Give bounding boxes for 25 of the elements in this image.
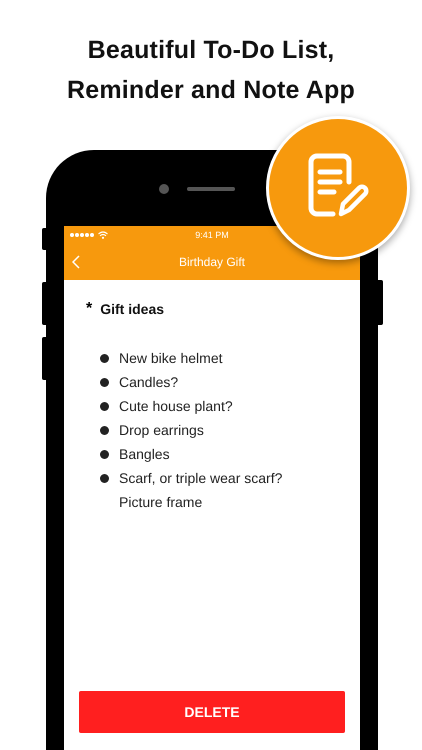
status-time: 9:41 PM bbox=[195, 230, 229, 240]
bullet-icon bbox=[100, 402, 109, 410]
bullet-icon bbox=[100, 474, 109, 482]
camera-icon bbox=[159, 184, 169, 194]
speaker-icon bbox=[187, 187, 235, 191]
headline: Reminder and Note App bbox=[66, 75, 355, 106]
headline: Beautiful To-Do List, bbox=[88, 35, 334, 66]
note-line: New bike helmet bbox=[119, 350, 222, 366]
note-line: Picture frame bbox=[119, 494, 202, 510]
note-line: Bangles bbox=[119, 446, 170, 462]
note-heading: Gift ideas bbox=[100, 301, 164, 317]
wifi-icon bbox=[98, 230, 108, 238]
heading-marker: * bbox=[86, 300, 92, 318]
bullet-icon bbox=[100, 378, 109, 386]
note-line: Scarf, or triple wear scarf? bbox=[119, 470, 282, 486]
bullet-icon bbox=[100, 426, 109, 434]
delete-button[interactable]: DELETE bbox=[79, 691, 345, 733]
note-line: Drop earrings bbox=[119, 422, 204, 438]
back-icon[interactable] bbox=[72, 255, 80, 269]
note-line: Cute house plant? bbox=[119, 398, 233, 414]
signal-icon bbox=[70, 232, 94, 236]
nav-title: Birthday Gift bbox=[178, 254, 246, 268]
bullet-icon bbox=[100, 450, 109, 458]
note-line: Candles? bbox=[119, 374, 178, 390]
bullet-icon bbox=[100, 354, 109, 362]
